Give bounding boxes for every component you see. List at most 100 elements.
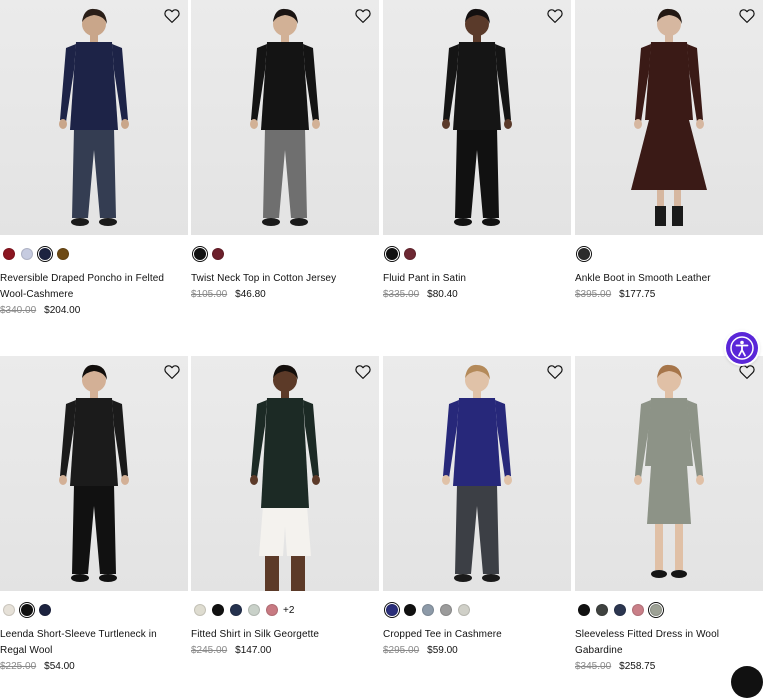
product-grid: Reversible Draped Poncho in Felted Wool-… [0,0,766,681]
color-swatch[interactable] [404,604,416,616]
product-image[interactable] [0,356,188,591]
model-photo [631,8,707,226]
product-card[interactable]: Reversible Draped Poncho in Felted Wool-… [0,0,188,325]
color-swatches [575,245,593,263]
color-swatch[interactable] [39,604,51,616]
color-swatch[interactable] [194,604,206,616]
model-photo [59,8,129,226]
product-name[interactable]: Fluid Pant in Satin [383,271,569,287]
wishlist-heart-icon[interactable] [163,363,181,381]
original-price: $295.00 [383,645,420,656]
color-swatch[interactable] [191,245,209,263]
product-price: $245.00 $147.00 [191,644,271,658]
product-name[interactable]: Cropped Tee in Cashmere [383,627,569,643]
wishlist-heart-icon[interactable] [738,363,756,381]
product-card[interactable]: Cropped Tee in Cashmere $295.00 $59.00 [383,356,571,681]
product-card[interactable]: Sleeveless Fitted Dress in Wool Gabardin… [575,356,763,681]
product-price: $345.00 $258.75 [575,660,655,674]
product-name[interactable]: Reversible Draped Poncho in Felted Wool-… [0,271,186,303]
product-name[interactable]: Sleeveless Fitted Dress in Wool Gabardin… [575,627,761,659]
product-name[interactable]: Ankle Boot in Smooth Leather [575,271,761,287]
model-photo [59,364,129,582]
color-swatch[interactable] [440,604,452,616]
color-swatch[interactable] [212,248,224,260]
product-image[interactable] [575,356,763,591]
sale-price: $258.75 [619,661,656,672]
color-swatch[interactable] [458,604,470,616]
sale-price: $177.75 [619,289,656,300]
product-card[interactable]: +2 Fitted Shirt in Silk Georgette $245.00 $… [191,356,379,681]
product-card[interactable]: Ankle Boot in Smooth Leather $395.00 $177.… [575,0,763,325]
product-name[interactable]: Fitted Shirt in Silk Georgette [191,627,377,643]
chat-button[interactable] [731,666,763,698]
product-price: $105.00 $46.80 [191,288,266,302]
color-swatch[interactable] [21,248,33,260]
color-swatch[interactable] [18,601,36,619]
accessibility-button[interactable] [726,332,758,364]
color-swatch[interactable] [596,604,608,616]
accessibility-icon [730,336,754,360]
wishlist-heart-icon[interactable] [546,7,564,25]
product-name[interactable]: Leenda Short-Sleeve Turtleneck in Regal … [0,627,186,659]
product-image[interactable] [191,0,379,235]
sale-price: $80.40 [427,289,458,300]
color-swatch[interactable] [266,604,278,616]
product-image[interactable] [383,356,571,591]
color-swatch[interactable] [248,604,260,616]
color-swatch[interactable] [3,604,15,616]
model-photo [442,364,512,582]
original-price: $245.00 [191,645,228,656]
model-photo [250,364,320,591]
color-swatch[interactable] [383,601,401,619]
wishlist-heart-icon[interactable] [738,7,756,25]
color-swatches [3,245,69,263]
color-swatch[interactable] [578,604,590,616]
color-swatch[interactable] [404,248,416,260]
product-name[interactable]: Twist Neck Top in Cotton Jersey [191,271,377,287]
product-image[interactable] [575,0,763,235]
sale-price: $46.80 [235,289,266,300]
color-swatches: +2 [194,602,294,618]
color-swatch[interactable] [575,245,593,263]
product-image[interactable] [0,0,188,235]
color-swatch[interactable] [57,248,69,260]
model-photo [250,8,320,226]
original-price: $395.00 [575,289,612,300]
wishlist-heart-icon[interactable] [354,7,372,25]
color-swatch[interactable] [230,604,242,616]
wishlist-heart-icon[interactable] [163,7,181,25]
sale-price: $59.00 [427,645,458,656]
color-swatches [383,245,416,263]
product-card[interactable]: Leenda Short-Sleeve Turtleneck in Regal … [0,356,188,681]
wishlist-heart-icon[interactable] [354,363,372,381]
color-swatches [191,245,224,263]
original-price: $105.00 [191,289,228,300]
color-swatch[interactable] [383,245,401,263]
product-price: $335.00 $80.40 [383,288,458,302]
original-price: $340.00 [0,305,37,316]
product-card[interactable]: Fluid Pant in Satin $335.00 $80.40 [383,0,571,325]
color-swatch[interactable] [212,604,224,616]
sale-price: $204.00 [44,305,81,316]
product-price: $395.00 $177.75 [575,288,655,302]
model-photo [442,8,512,226]
color-swatch[interactable] [632,604,644,616]
product-image[interactable] [383,0,571,235]
color-swatch[interactable] [614,604,626,616]
more-colors-count[interactable]: +2 [283,605,294,616]
color-swatch[interactable] [36,245,54,263]
model-photo [634,364,704,578]
color-swatches [3,601,51,619]
color-swatches [578,601,665,619]
color-swatch[interactable] [647,601,665,619]
product-image[interactable] [191,356,379,591]
color-swatch[interactable] [422,604,434,616]
product-card[interactable]: Twist Neck Top in Cotton Jersey $105.00 $4… [191,0,379,325]
wishlist-heart-icon[interactable] [546,363,564,381]
sale-price: $54.00 [44,661,75,672]
original-price: $345.00 [575,661,612,672]
color-swatch[interactable] [3,248,15,260]
product-price: $340.00 $204.00 [0,304,80,318]
original-price: $335.00 [383,289,420,300]
product-price: $295.00 $59.00 [383,644,458,658]
